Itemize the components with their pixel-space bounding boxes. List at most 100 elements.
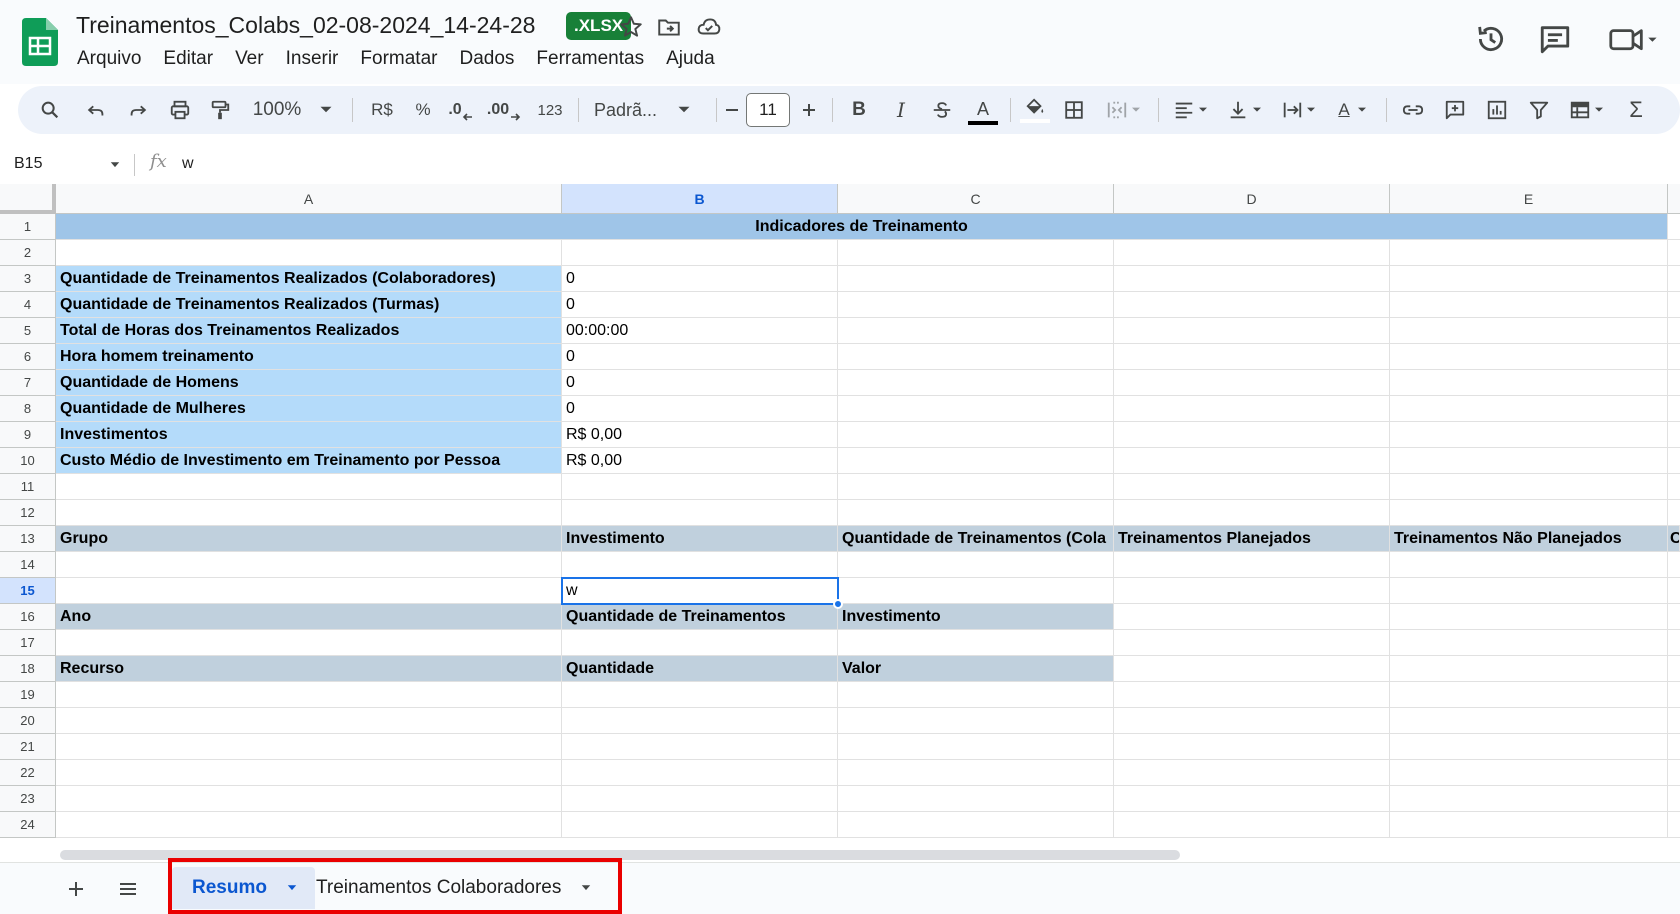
row-header[interactable]: 4 (0, 292, 56, 318)
currency-format-button[interactable]: R$ (364, 86, 400, 134)
strikethrough-button[interactable] (926, 86, 958, 134)
empty-cell[interactable] (562, 786, 838, 812)
row-header[interactable]: 21 (0, 734, 56, 760)
menu-formatar[interactable]: Formatar (349, 46, 448, 72)
empty-cell[interactable] (1114, 604, 1390, 630)
indicator-value[interactable]: 0 (562, 370, 838, 396)
menu-ajuda[interactable]: Ajuda (655, 46, 726, 72)
empty-cell[interactable] (1114, 240, 1390, 266)
group-header-cell[interactable]: C (1668, 526, 1680, 552)
print-button[interactable] (164, 86, 196, 134)
row-header[interactable]: 12 (0, 500, 56, 526)
empty-cell[interactable] (1668, 422, 1680, 448)
indicator-value[interactable]: 0 (562, 344, 838, 370)
empty-cell[interactable] (1114, 552, 1390, 578)
empty-cell[interactable] (56, 552, 562, 578)
indicator-label[interactable]: Quantidade de Homens (56, 370, 562, 396)
sheets-logo-icon[interactable] (22, 18, 58, 66)
empty-cell[interactable] (1390, 474, 1668, 500)
empty-cell[interactable] (1668, 214, 1680, 240)
empty-cell[interactable] (1668, 760, 1680, 786)
empty-cell[interactable] (1114, 266, 1390, 292)
column-header-b[interactable]: B (562, 184, 838, 214)
add-sheet-icon[interactable] (64, 877, 88, 901)
group-header-cell[interactable]: Treinamentos Não Planejados (1390, 526, 1668, 552)
row-header[interactable]: 9 (0, 422, 56, 448)
increase-font-size-button[interactable] (796, 86, 822, 134)
row-header[interactable]: 20 (0, 708, 56, 734)
indicator-label[interactable]: Quantidade de Treinamentos Realizados (C… (56, 266, 562, 292)
empty-cell[interactable] (1390, 812, 1668, 838)
select-all-corner[interactable] (0, 184, 56, 214)
row-header[interactable]: 11 (0, 474, 56, 500)
undo-button[interactable] (80, 86, 112, 134)
empty-cell[interactable] (1668, 552, 1680, 578)
row-header[interactable]: 1 (0, 214, 56, 240)
sheet-tab-resumo[interactable]: Resumo (172, 867, 315, 909)
empty-cell[interactable] (562, 240, 838, 266)
empty-cell[interactable] (1390, 422, 1668, 448)
comments-icon[interactable] (1538, 22, 1572, 56)
functions-button[interactable]: Σ (1622, 86, 1650, 134)
empty-cell[interactable] (56, 734, 562, 760)
empty-cell[interactable] (1668, 682, 1680, 708)
indicator-label[interactable]: Investimentos (56, 422, 562, 448)
empty-cell[interactable] (1390, 396, 1668, 422)
empty-cell[interactable] (1114, 734, 1390, 760)
empty-cell[interactable] (838, 370, 1114, 396)
indicator-label[interactable]: Total de Horas dos Treinamentos Realizad… (56, 318, 562, 344)
row-header[interactable]: 14 (0, 552, 56, 578)
empty-cell[interactable] (1114, 292, 1390, 318)
merge-cells-button[interactable] (1100, 86, 1150, 134)
row-header[interactable]: 5 (0, 318, 56, 344)
empty-cell[interactable] (838, 396, 1114, 422)
empty-cell[interactable] (56, 578, 562, 604)
increase-decimal-button[interactable]: .00 (484, 86, 524, 134)
empty-cell[interactable] (56, 682, 562, 708)
row-header[interactable]: 13 (0, 526, 56, 552)
indicator-value[interactable]: 00:00:00 (562, 318, 838, 344)
zoom-select[interactable]: 100% (250, 86, 340, 134)
name-box[interactable]: B15 (14, 152, 42, 176)
empty-cell[interactable] (838, 760, 1114, 786)
empty-cell[interactable] (1114, 474, 1390, 500)
empty-cell[interactable] (838, 786, 1114, 812)
row-header-selected[interactable]: 15 (0, 578, 56, 604)
empty-cell[interactable] (562, 760, 838, 786)
percent-format-button[interactable]: % (408, 86, 438, 134)
empty-cell[interactable] (562, 682, 838, 708)
insert-comment-button[interactable] (1438, 86, 1472, 134)
resource-header-cell[interactable]: Valor (838, 656, 1114, 682)
indicator-label[interactable]: Custo Médio de Investimento em Treinamen… (56, 448, 562, 474)
empty-cell[interactable] (838, 552, 1114, 578)
menu-inserir[interactable]: Inserir (275, 46, 350, 72)
empty-cell[interactable] (1114, 786, 1390, 812)
empty-cell[interactable] (1390, 266, 1668, 292)
empty-cell[interactable] (1390, 344, 1668, 370)
column-header-c[interactable]: C (838, 184, 1114, 214)
row-header[interactable]: 10 (0, 448, 56, 474)
text-wrapping-button[interactable] (1276, 86, 1324, 134)
font-size-input[interactable]: 11 (746, 93, 790, 127)
empty-cell[interactable] (1114, 760, 1390, 786)
year-header-cell[interactable]: Ano (56, 604, 562, 630)
row-header[interactable]: 3 (0, 266, 56, 292)
column-header-d[interactable]: D (1114, 184, 1390, 214)
indicator-label[interactable]: Quantidade de Treinamentos Realizados (T… (56, 292, 562, 318)
empty-cell[interactable] (56, 630, 562, 656)
italic-button[interactable]: I (886, 86, 916, 134)
version-history-icon[interactable] (1474, 22, 1508, 56)
empty-cell[interactable] (1668, 786, 1680, 812)
row-header[interactable]: 19 (0, 682, 56, 708)
empty-cell[interactable] (1390, 578, 1668, 604)
column-header-e[interactable]: E (1390, 184, 1668, 214)
empty-cell[interactable] (1114, 630, 1390, 656)
empty-cell[interactable] (1668, 240, 1680, 266)
number-format-button[interactable]: 123 (528, 86, 572, 134)
empty-cell[interactable] (1114, 396, 1390, 422)
empty-cell[interactable] (1668, 630, 1680, 656)
empty-cell[interactable] (1668, 318, 1680, 344)
indicator-label[interactable]: Hora homem treinamento (56, 344, 562, 370)
menu-ver[interactable]: Ver (224, 46, 275, 72)
empty-cell[interactable] (1668, 344, 1680, 370)
